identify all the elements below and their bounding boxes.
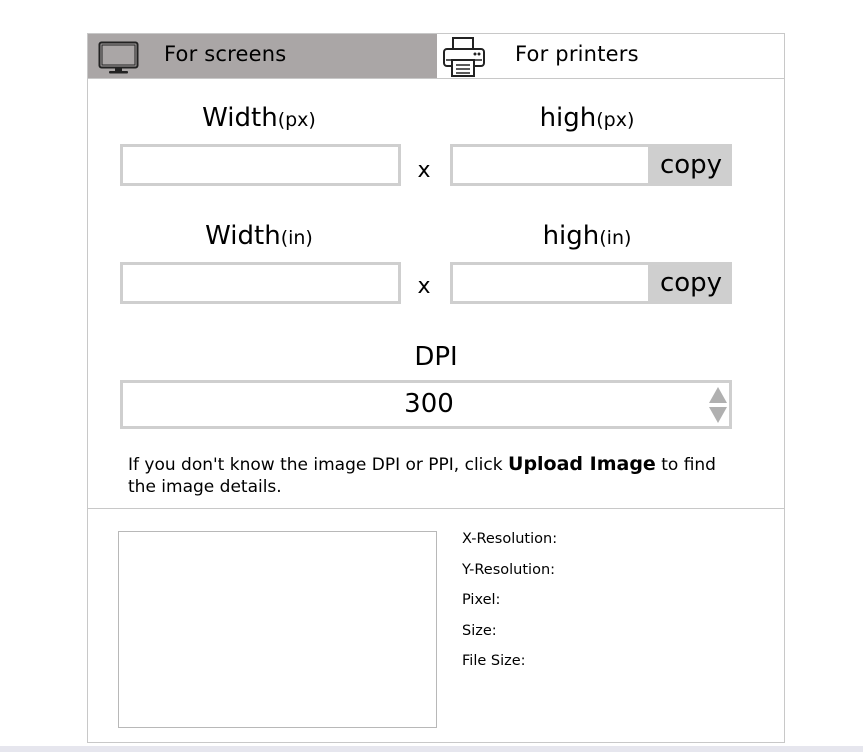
height-in-field[interactable] xyxy=(450,262,651,304)
dpi-calculator-card: For screens For printers Width(px) high(… xyxy=(87,33,785,743)
image-preview[interactable] xyxy=(118,531,437,728)
width-px-field[interactable] xyxy=(120,144,401,186)
height-in-label-text: high xyxy=(542,221,600,251)
dpi-stepper[interactable]: 300 xyxy=(120,380,732,429)
tab-bar: For screens For printers xyxy=(88,34,784,79)
width-px-label-text: Width xyxy=(202,103,278,133)
width-px-label: Width(px) xyxy=(184,103,334,133)
triangle-up-icon[interactable] xyxy=(708,386,728,408)
upload-hint: If you don't know the image DPI or PPI, … xyxy=(128,453,738,498)
tab-for-printers-label: For printers xyxy=(515,42,639,66)
tab-for-screens[interactable]: For screens xyxy=(88,34,437,78)
tab-for-printers[interactable]: For printers xyxy=(437,34,784,78)
times-symbol: x xyxy=(417,274,431,299)
pixel-label: Pixel: xyxy=(462,592,501,608)
file-size-label: File Size: xyxy=(462,653,526,669)
width-px-unit: (px) xyxy=(277,109,316,131)
height-px-field[interactable] xyxy=(450,144,651,186)
width-in-input[interactable] xyxy=(123,265,398,301)
hint-prefix: If you don't know the image DPI or PPI, … xyxy=(128,455,509,475)
monitor-icon xyxy=(98,41,140,79)
y-resolution-label: Y-Resolution: xyxy=(462,561,556,578)
printer-icon xyxy=(442,36,486,82)
tab-for-screens-label: For screens xyxy=(164,42,287,66)
page: For screens For printers Width(px) high(… xyxy=(0,0,863,752)
height-px-unit: (px) xyxy=(596,109,635,131)
height-in-unit: (in) xyxy=(599,227,632,249)
x-resolution-label: X-Resolution: xyxy=(462,531,558,547)
times-symbol: x xyxy=(417,158,431,183)
dpi-label: DPI xyxy=(414,342,458,372)
size-label: Size: xyxy=(462,622,497,639)
height-px-label-text: high xyxy=(539,103,597,133)
width-in-label: Width(in) xyxy=(184,221,334,251)
width-px-input[interactable] xyxy=(123,147,398,183)
dpi-value[interactable]: 300 xyxy=(123,383,735,426)
height-px-label: high(px) xyxy=(512,103,662,133)
upload-image-link[interactable]: Upload Image xyxy=(508,453,656,475)
height-in-input[interactable] xyxy=(453,265,648,301)
bottom-strip xyxy=(0,746,863,752)
copy-px-button[interactable]: copy xyxy=(650,144,732,186)
copy-in-button[interactable]: copy xyxy=(650,262,732,304)
triangle-down-icon[interactable] xyxy=(708,406,728,428)
height-px-input[interactable] xyxy=(453,147,648,183)
width-in-field[interactable] xyxy=(120,262,401,304)
section-divider xyxy=(88,508,784,509)
height-in-label: high(in) xyxy=(512,221,662,251)
image-details: X-Resolution: Y-Resolution: Pixel: Size:… xyxy=(462,528,557,681)
width-in-label-text: Width xyxy=(205,221,281,251)
width-in-unit: (in) xyxy=(280,227,313,249)
